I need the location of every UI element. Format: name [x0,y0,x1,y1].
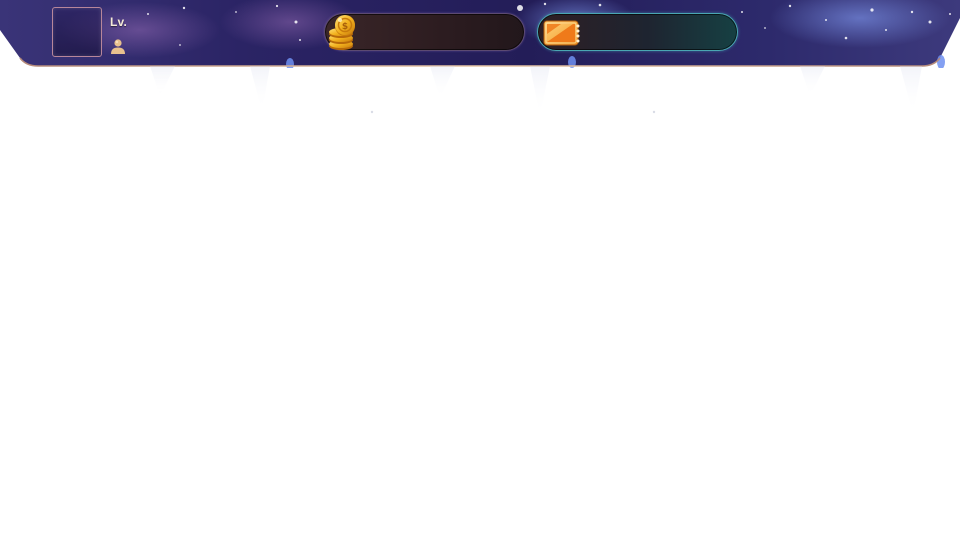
player-avatar[interactable] [52,7,102,57]
svg-text:$: $ [342,22,348,32]
ticket-icon [543,20,580,46]
top-resource-bar: Lv. $ [0,0,960,116]
game-screen: Lv. $ [0,0,960,540]
player-level-label: Lv. [110,15,128,29]
coin-stack-icon: $ [329,15,355,50]
user-icon [111,39,125,54]
main-content-area [0,68,960,540]
